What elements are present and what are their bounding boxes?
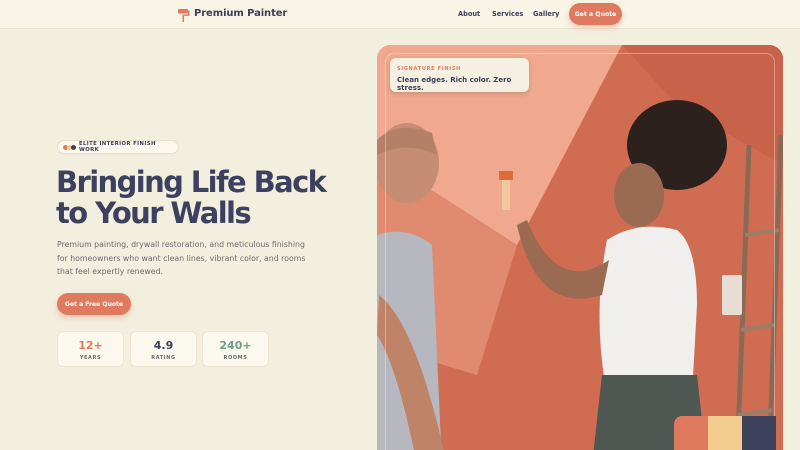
free-quote-button[interactable]: Get a Free Quote [57,293,131,315]
nav-about[interactable]: About [458,10,480,18]
stat-value: 4.9 [153,339,174,352]
nav-services[interactable]: Services [492,10,523,18]
image-frame [385,53,775,450]
signature-finish-badge: SIGNATURE FINISH Clean edges. Rich color… [390,58,529,92]
swatch-terracotta [674,416,708,450]
paint-roller-icon [178,7,190,22]
stat-label: RATING [151,355,176,361]
eyebrow-pill: ELITE INTERIOR FINISH WORK [57,140,179,154]
stat-label: YEARS [79,355,102,361]
hero-title: Bringing Life Back to Your Walls [56,165,327,230]
get-quote-button[interactable]: Get a Quote [569,3,622,25]
hero-subtitle: Premium painting, drywall restoration, a… [57,240,306,276]
nav-gallery[interactable]: Gallery [533,10,559,18]
stat-card-rating: 4.9 RATING [130,331,197,367]
color-swatches [674,416,776,450]
site-header: Premium Painter About Services Gallery G… [0,0,800,29]
brand-name: Premium Painter [194,8,288,19]
swatch-sand [708,416,742,450]
badge-kicker: SIGNATURE FINISH [397,66,462,72]
brand-logo[interactable]: Premium Painter [178,7,288,22]
stat-label: ROOMS [223,355,248,361]
stat-value: 240+ [219,339,252,352]
stat-card-years: 12+ YEARS [57,331,124,367]
color-dots-icon [63,144,76,150]
stat-value: 12+ [78,339,103,352]
eyebrow-text: ELITE INTERIOR FINISH WORK [79,141,156,153]
swatch-navy [742,416,776,450]
stat-card-rooms: 240+ ROOMS [202,331,269,367]
badge-title: Clean edges. Rich color. Zero stress. [397,76,512,92]
